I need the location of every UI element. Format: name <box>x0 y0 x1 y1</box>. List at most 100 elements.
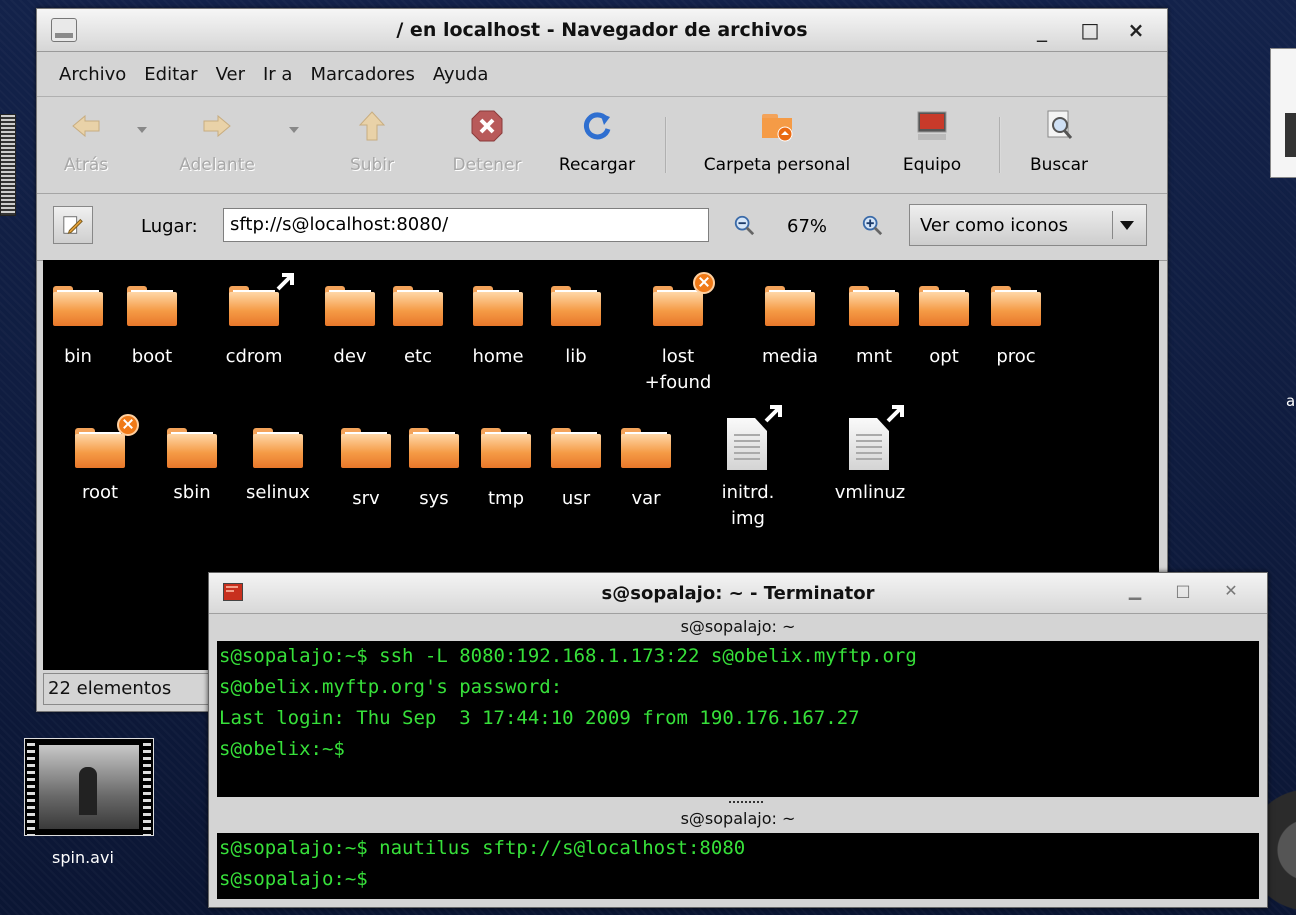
forward-arrow-icon <box>203 114 231 138</box>
panel-handle[interactable] <box>0 114 16 216</box>
folder-icon <box>621 428 671 468</box>
terminal-line: s@obelix:~$ <box>219 738 345 760</box>
folder-icon <box>325 286 375 326</box>
file-item-label-line2: +found <box>644 372 712 393</box>
location-input[interactable]: sftp://s@localhost:8080/ <box>223 208 709 242</box>
search-label: Buscar <box>1029 155 1089 175</box>
back-arrow-icon <box>72 114 100 138</box>
back-label: Atrás <box>63 155 109 175</box>
file-item-label: lib <box>565 346 587 367</box>
computer-icon <box>917 111 947 140</box>
menu-ver[interactable]: Ver <box>216 64 245 85</box>
menu-editar[interactable]: Editar <box>144 64 197 85</box>
up-arrow-icon <box>358 111 386 141</box>
menu-ir-a[interactable]: Ir a <box>263 64 292 85</box>
terminal-line: s@sopalajo:~$ nautilus sftp://s@localhos… <box>219 837 746 859</box>
stop-button[interactable]: Detener <box>439 97 535 193</box>
video-file-label: spin.avi <box>52 848 114 867</box>
home-button[interactable]: Carpeta personal <box>677 97 877 193</box>
toggle-location-button[interactable] <box>53 206 93 244</box>
file-item-label: cdrom <box>225 346 283 367</box>
file-item-label: tmp <box>487 488 525 509</box>
file-item-label: sbin <box>173 482 211 503</box>
location-label: Lugar: <box>141 216 198 237</box>
file-item-label: home <box>472 346 524 367</box>
terminal-pane-title: s@sopalajo: ~ <box>680 809 796 828</box>
unreadable-emblem-icon <box>117 414 139 436</box>
edit-location-icon <box>63 216 83 234</box>
menu-bar: Archivo Editar Ver Ir a Marcadores Ayuda <box>37 52 1167 97</box>
file-item-label: usr <box>561 488 591 509</box>
computer-label: Equipo <box>902 155 962 175</box>
file-item-label: sys <box>419 488 449 509</box>
terminal-pane-title: s@sopalajo: ~ <box>680 617 796 636</box>
folder-icon <box>473 286 523 326</box>
back-history-dropdown[interactable] <box>137 127 147 133</box>
symlink-arrow-icon <box>764 405 782 423</box>
text-file-icon <box>849 418 889 470</box>
folder-icon <box>127 286 177 326</box>
window-thumbnail <box>1285 113 1296 157</box>
file-item-label: root <box>81 482 119 503</box>
folder-icon <box>75 428 125 468</box>
computer-button[interactable]: Equipo <box>892 97 972 193</box>
video-thumbnail <box>39 745 139 829</box>
folder-icon <box>393 286 443 326</box>
symlink-arrow-icon <box>276 273 294 291</box>
file-item-label: media <box>761 346 819 367</box>
chevron-down-icon <box>1120 221 1134 230</box>
file-item-label: lost <box>661 346 695 367</box>
text-file-icon <box>727 418 767 470</box>
desktop-decoration <box>1268 780 1296 910</box>
zoom-in-icon[interactable] <box>861 214 883 236</box>
folder-icon <box>409 428 459 468</box>
toolbar-separator <box>999 117 1001 173</box>
reload-button[interactable]: Recargar <box>547 97 647 193</box>
menu-marcadores[interactable]: Marcadores <box>310 64 414 85</box>
terminal-pane[interactable]: s@sopalajo:~$ nautilus sftp://s@localhos… <box>217 833 1259 899</box>
home-label: Carpeta personal <box>703 155 851 175</box>
file-item-label: initrd. <box>721 482 775 503</box>
file-item-label-line2: img <box>731 508 765 529</box>
toolbar-separator <box>665 117 667 173</box>
folder-icon <box>229 286 279 326</box>
terminal-titlebar[interactable]: s@sopalajo: ~ - Terminator ▁ □ ✕ <box>209 573 1267 614</box>
terminal-title: s@sopalajo: ~ - Terminator <box>601 583 875 604</box>
unreadable-emblem-icon <box>693 272 715 294</box>
back-button[interactable]: Atrás <box>51 97 121 193</box>
video-file-icon[interactable] <box>24 738 154 836</box>
file-item-label: mnt <box>856 346 892 367</box>
folder-icon <box>481 428 531 468</box>
view-mode-select[interactable]: Ver como iconos <box>909 204 1147 246</box>
maximize-button[interactable]: □ <box>1075 15 1105 45</box>
folder-icon <box>253 428 303 468</box>
up-button[interactable]: Subir <box>339 97 405 193</box>
forward-history-dropdown[interactable] <box>289 127 299 133</box>
file-item-label: var <box>631 488 661 509</box>
film-strip-right <box>143 739 151 835</box>
close-button[interactable]: ✕ <box>1219 581 1243 603</box>
minimize-button[interactable]: _ <box>1027 15 1057 45</box>
close-button[interactable]: × <box>1121 15 1151 45</box>
minimize-button[interactable]: ▁ <box>1123 581 1147 603</box>
terminal-line: Last login: Thu Sep 3 17:44:10 2009 from… <box>219 707 860 729</box>
up-label: Subir <box>349 155 395 175</box>
maximize-button[interactable]: □ <box>1171 581 1195 603</box>
forward-label: Adelante <box>179 155 255 175</box>
stop-icon <box>471 110 503 142</box>
zoom-out-icon[interactable] <box>733 214 755 236</box>
terminal-pane[interactable]: s@sopalajo:~$ ssh -L 8080:192.168.1.173:… <box>217 641 1259 797</box>
menu-archivo[interactable]: Archivo <box>59 64 126 85</box>
search-button[interactable]: Buscar <box>1019 97 1099 193</box>
zoom-level[interactable]: 67% <box>787 216 827 237</box>
reload-label: Recargar <box>558 155 636 175</box>
terminal-window[interactable]: s@sopalajo: ~ - Terminator ▁ □ ✕ s@sopal… <box>208 572 1268 908</box>
symlink-arrow-icon <box>886 405 904 423</box>
desktop-edge-label: a <box>1286 392 1296 410</box>
menu-ayuda[interactable]: Ayuda <box>433 64 489 85</box>
forward-button[interactable]: Adelante <box>167 97 267 193</box>
file-item-label: etc <box>403 346 433 367</box>
terminal-line: s@sopalajo:~$ <box>219 868 368 890</box>
window-titlebar[interactable]: / en localhost - Navegador de archivos _… <box>37 9 1167 52</box>
background-window[interactable] <box>1270 48 1296 178</box>
